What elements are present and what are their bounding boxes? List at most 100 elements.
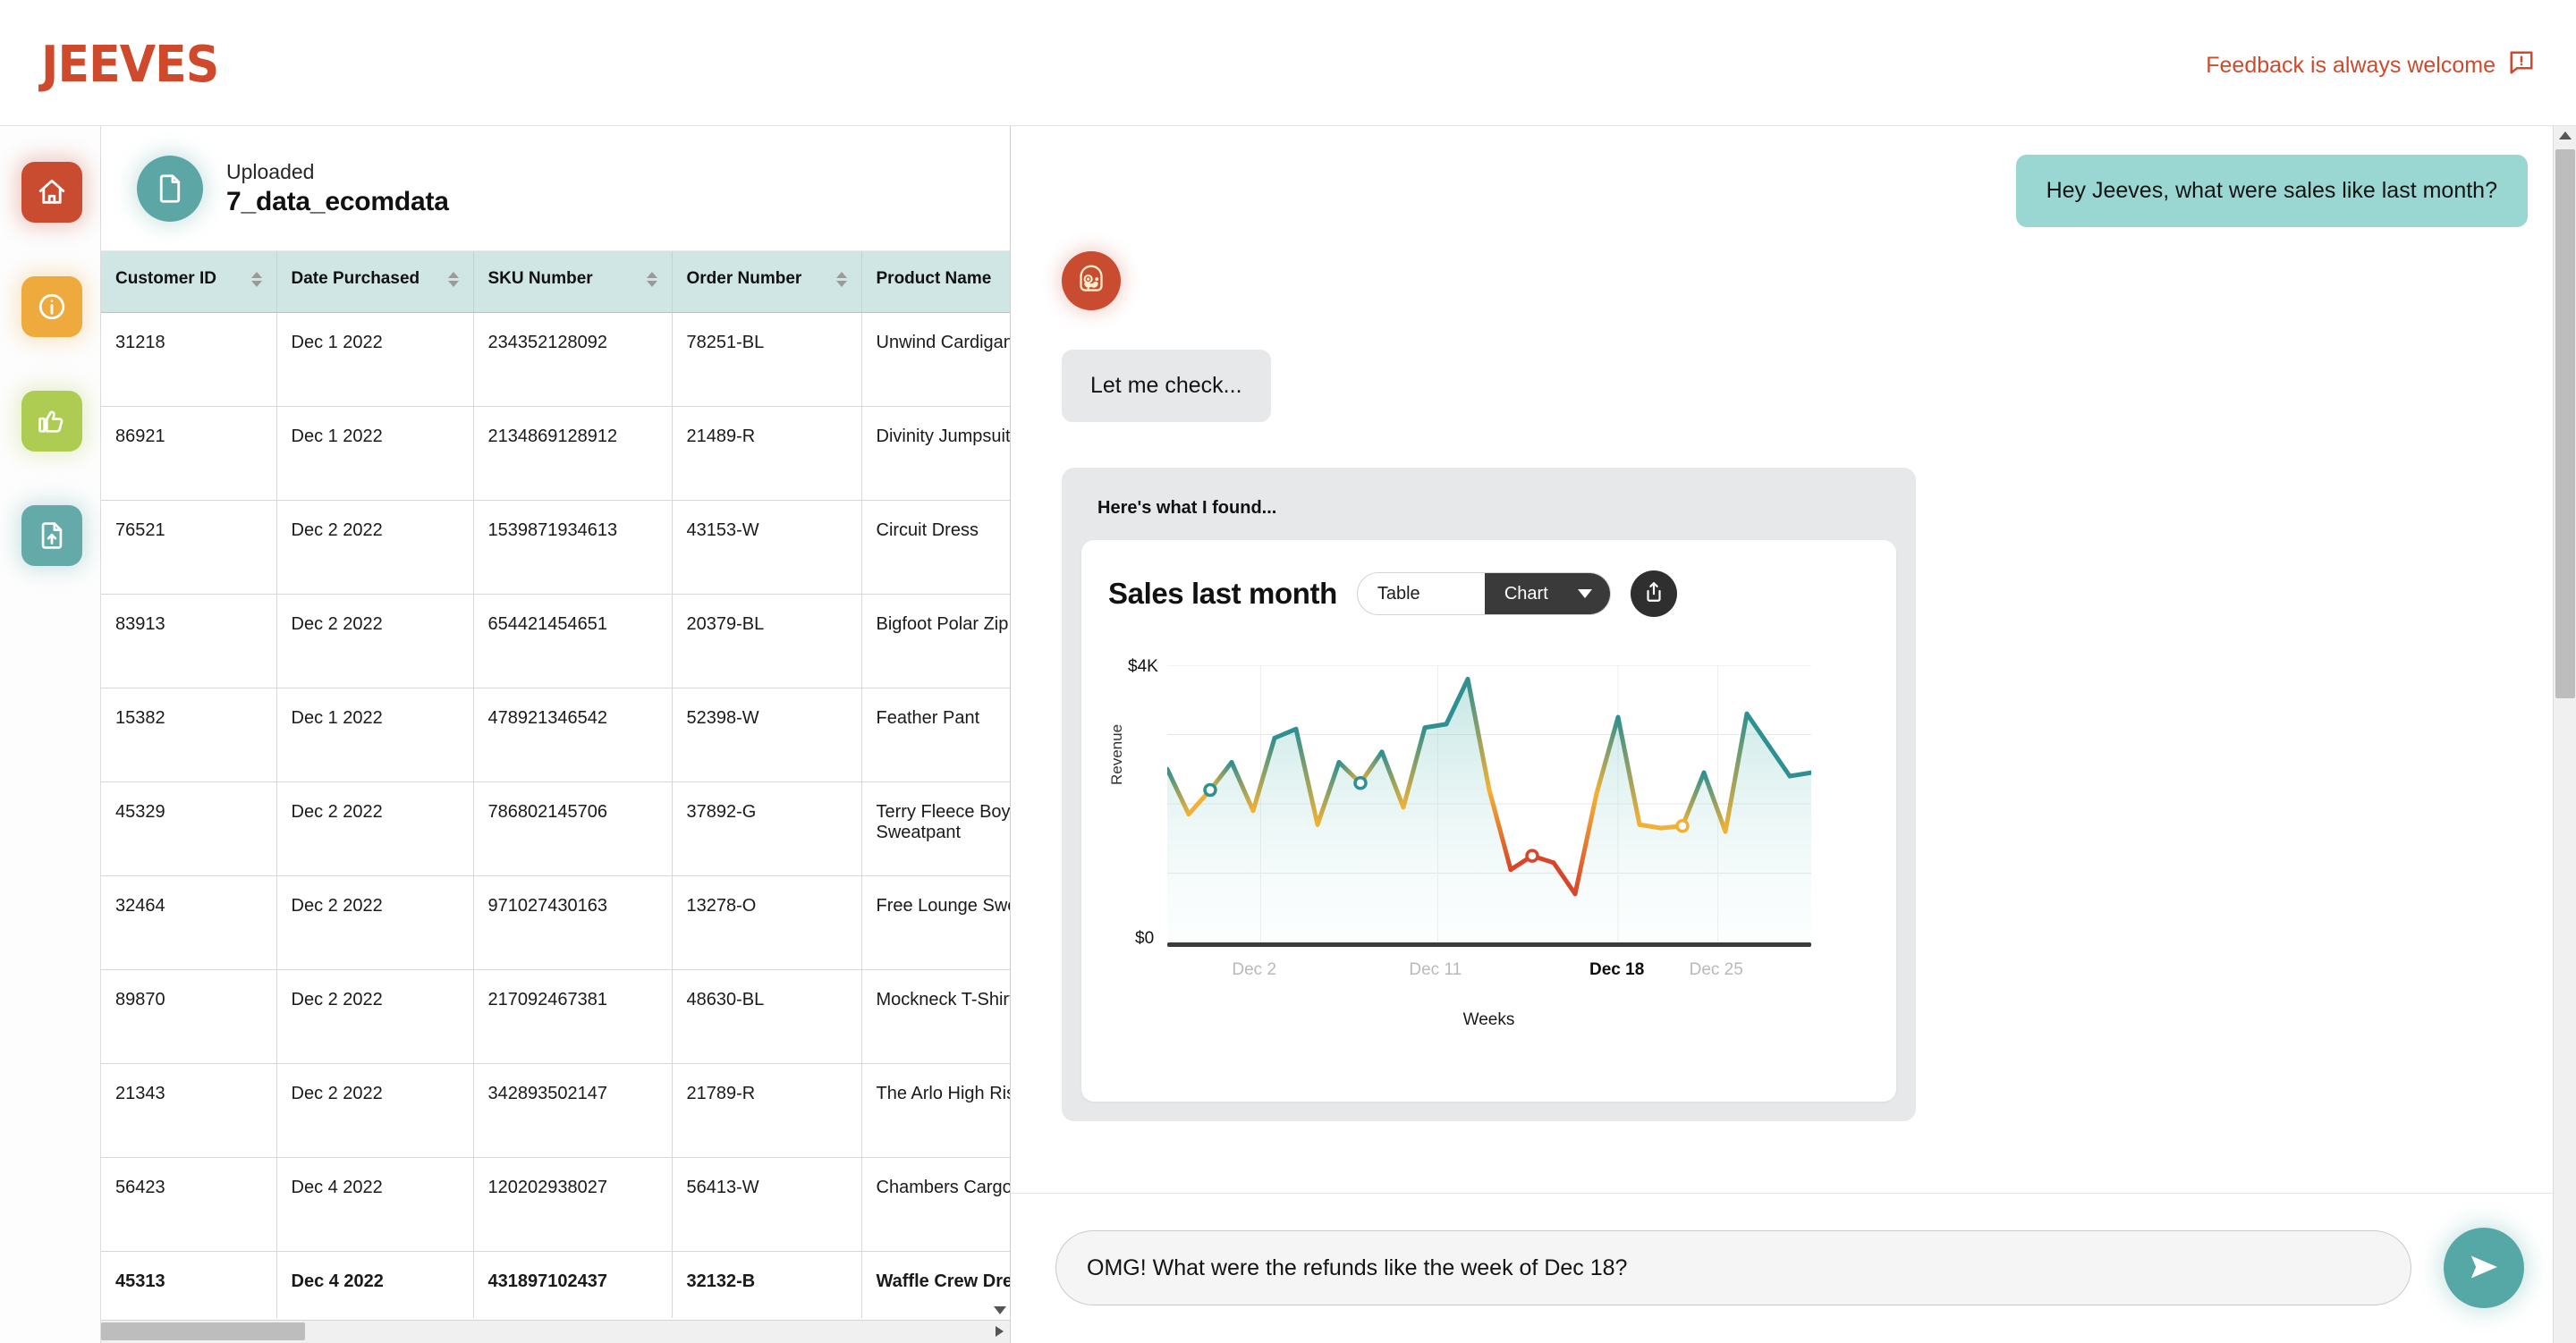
scrollbar-thumb[interactable] — [101, 1322, 305, 1340]
table-cell-product: Waffle Crew Dress — [861, 1251, 1010, 1318]
x-tick-label: Dec 11 — [1409, 960, 1462, 979]
table-row[interactable]: 32464 Dec 2 2022 971027430163 13278-O Free L… — [101, 875, 1010, 970]
table-row[interactable]: 45313 Dec 4 2022 431897102437 32132-B Waffle… — [101, 1251, 1010, 1318]
share-icon — [1642, 580, 1665, 608]
table-cell-customer-id: 86921 — [101, 406, 277, 501]
table-header-label: Customer ID — [115, 269, 216, 288]
table-cell-sku: 478921346542 — [473, 688, 673, 782]
chart-plot-area: Revenue $4K $0 Dec 2 Dec 11 Dec 18 Dec 25 W… — [1108, 649, 1869, 1069]
table-cell-order: 32132-B — [672, 1251, 862, 1318]
toggle-option-chart-label: Chart — [1504, 583, 1548, 604]
data-table-container[interactable]: Customer ID Date Purchased SKU Number Order… — [101, 251, 1010, 1318]
chart-header: Sales last month Table Chart — [1108, 570, 1869, 617]
chart-y-axis-label: Revenue — [1108, 723, 1125, 785]
table-cell-sku: 1539871934613 — [473, 500, 673, 595]
table-cell-customer-id: 83913 — [101, 594, 277, 688]
chat-input[interactable] — [1055, 1230, 2411, 1305]
table-cell-order: 21789-R — [672, 1063, 862, 1158]
sort-arrows-icon[interactable] — [646, 271, 657, 287]
table-header-cell-0[interactable]: Customer ID — [101, 251, 277, 313]
table-cell-date: Dec 2 2022 — [276, 875, 474, 970]
table-row[interactable]: 89870 Dec 2 2022 217092467381 48630-BL Mockn… — [101, 969, 1010, 1064]
table-row[interactable]: 15382 Dec 1 2022 478921346542 52398-W Feathe… — [101, 688, 1010, 782]
table-header-label: Product Name — [876, 269, 992, 288]
table-header-cell-2[interactable]: SKU Number — [473, 251, 673, 313]
table-header-label: SKU Number — [487, 269, 593, 288]
y-tick-max: $4K — [1128, 657, 1158, 676]
chat-scroll-area: Hey Jeeves, what were sales like last mo… — [1011, 126, 2553, 1161]
rail-item-home[interactable] — [21, 162, 82, 223]
table-cell-sku: 431897102437 — [473, 1251, 673, 1318]
table-body: 31218 Dec 1 2022 234352128092 78251-BL Unwin… — [101, 312, 1010, 1318]
table-header-label: Date Purchased — [291, 269, 420, 288]
table-row[interactable]: 45329 Dec 2 2022 786802145706 37892-G Terry … — [101, 781, 1010, 876]
table-cell-order: 48630-BL — [672, 969, 862, 1064]
feedback-link[interactable]: Feedback is always welcome — [2206, 49, 2535, 82]
table-cell-customer-id: 21343 — [101, 1063, 277, 1158]
table-row[interactable]: 21343 Dec 2 2022 342893502147 21789-R The Ar… — [101, 1063, 1010, 1158]
chart-card: Sales last month Table Chart Revenue $4K… — [1081, 540, 1896, 1102]
table-cell-order: 21489-R — [672, 406, 862, 501]
table-vertical-scrollbar[interactable] — [992, 251, 1010, 1318]
table-row[interactable]: 86921 Dec 1 2022 2134869128912 21489-R Divin… — [101, 406, 1010, 501]
x-tick-label: Dec 18 — [1589, 960, 1645, 979]
send-button[interactable] — [2444, 1228, 2524, 1308]
scroll-down-arrow-icon[interactable] — [994, 1306, 1006, 1314]
page-vertical-scrollbar[interactable] — [2553, 126, 2576, 1343]
table-horizontal-scrollbar[interactable] — [101, 1320, 1010, 1343]
table-header-cell-3[interactable]: Order Number — [672, 251, 862, 313]
table-cell-order: 78251-BL — [672, 312, 862, 407]
table-cell-date: Dec 2 2022 — [276, 1063, 474, 1158]
scrollbar-thumb[interactable] — [2555, 149, 2575, 698]
chart-title: Sales last month — [1108, 577, 1337, 610]
chart-data-marker — [1203, 782, 1217, 798]
table-cell-customer-id: 76521 — [101, 500, 277, 595]
send-icon — [2466, 1249, 2502, 1288]
table-cell-product: Terry Fleece Boyfriend Sweatpant — [861, 781, 1010, 876]
chart-area-fill — [1167, 679, 1811, 942]
feedback-label: Feedback is always welcome — [2206, 53, 2496, 78]
sort-arrows-icon[interactable] — [835, 271, 847, 287]
table-cell-date: Dec 2 2022 — [276, 969, 474, 1064]
app-logo: JEEVES — [41, 36, 219, 94]
result-intro-text: Here's what I found... — [1097, 498, 1277, 518]
table-row[interactable]: 83913 Dec 2 2022 654421454651 20379-BL Bigfo… — [101, 594, 1010, 688]
table-row[interactable]: 76521 Dec 2 2022 1539871934613 43153-W Circu… — [101, 500, 1010, 595]
scroll-up-arrow-icon[interactable] — [2559, 131, 2572, 139]
table-cell-date: Dec 2 2022 — [276, 781, 474, 876]
share-button[interactable] — [1630, 570, 1677, 617]
scroll-right-arrow-icon[interactable] — [996, 1326, 1004, 1337]
table-cell-sku: 786802145706 — [473, 781, 673, 876]
table-cell-sku: 2134869128912 — [473, 406, 673, 501]
top-bar: JEEVES Feedback is always welcome — [0, 0, 2576, 126]
info-icon — [37, 291, 67, 322]
table-row[interactable]: 56423 Dec 4 2022 120202938027 56413-W Chambe… — [101, 1157, 1010, 1252]
x-tick-label: Dec 25 — [1689, 960, 1743, 979]
message-composer — [1011, 1193, 2576, 1343]
table-cell-product: Chambers Cargo Pant — [861, 1157, 1010, 1252]
table-cell-customer-id: 45313 — [101, 1251, 277, 1318]
table-cell-date: Dec 2 2022 — [276, 500, 474, 595]
table-cell-sku: 654421454651 — [473, 594, 673, 688]
toggle-option-chart[interactable]: Chart — [1484, 573, 1610, 614]
rail-item-upload[interactable] — [21, 505, 82, 566]
table-cell-sku: 234352128092 — [473, 312, 673, 407]
data-panel: Uploaded 7_data_ecomdata Customer ID Date… — [101, 126, 1011, 1343]
table-cell-product: Unwind Cardigan — [861, 312, 1010, 407]
view-toggle[interactable]: Table Chart — [1356, 572, 1611, 615]
table-cell-order: 43153-W — [672, 500, 862, 595]
rail-item-feedback[interactable] — [21, 391, 82, 452]
table-header-label: Order Number — [686, 269, 802, 288]
table-cell-customer-id: 56423 — [101, 1157, 277, 1252]
table-header-cell-1[interactable]: Date Purchased — [276, 251, 474, 313]
chart-data-marker — [1525, 849, 1539, 863]
result-card: Here's what I found... Sales last month … — [1062, 468, 1916, 1121]
table-row[interactable]: 31218 Dec 1 2022 234352128092 78251-BL Unwin… — [101, 312, 1010, 407]
table-cell-product: Bigfoot Polar Zip Hoodie — [861, 594, 1010, 688]
table-cell-date: Dec 4 2022 — [276, 1251, 474, 1318]
sort-arrows-icon[interactable] — [447, 271, 459, 287]
x-tick-label: Dec 2 — [1232, 960, 1277, 979]
rail-item-info[interactable] — [21, 276, 82, 337]
sort-arrows-icon[interactable] — [250, 271, 262, 287]
toggle-option-table[interactable]: Table — [1358, 573, 1485, 614]
